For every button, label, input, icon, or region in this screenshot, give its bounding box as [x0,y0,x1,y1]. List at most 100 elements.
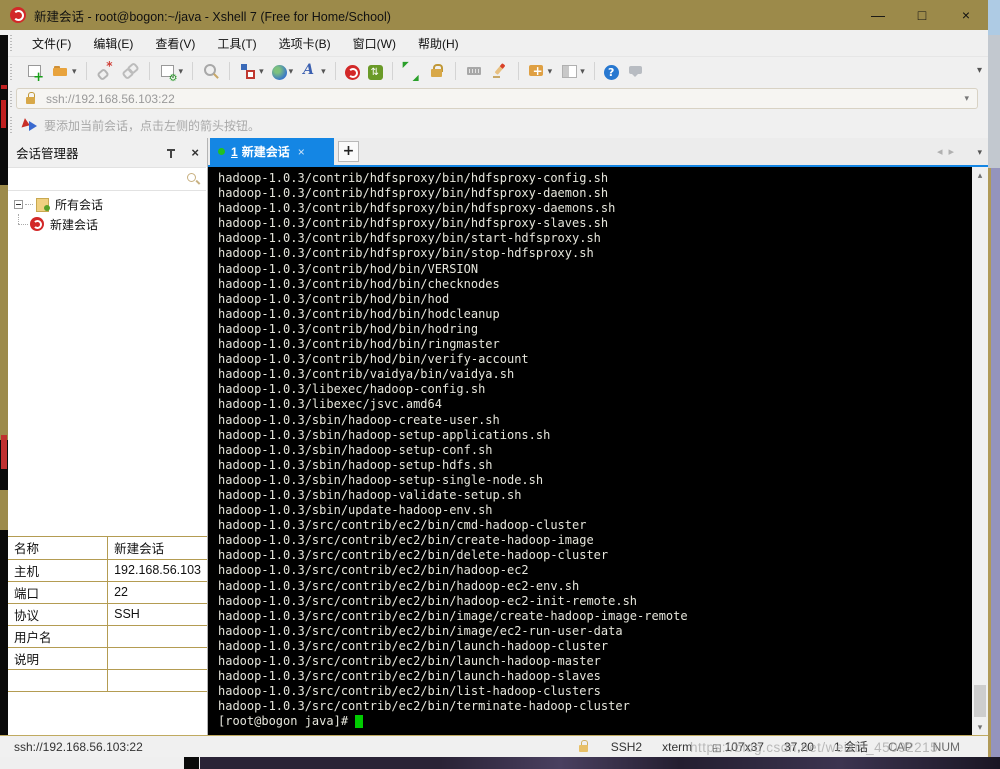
tab-scroll-arrows[interactable]: ◂▸ [937,145,960,158]
keyboard-button[interactable] [462,60,486,82]
toolbar-separator [192,62,194,80]
tree-item-label: 所有会话 [55,197,104,212]
menu-item-4[interactable]: 选项卡(B) [269,31,341,56]
scrollbar-down-icon[interactable]: ▾ [972,719,988,735]
maximize-button[interactable]: □ [900,0,944,30]
xftp-button[interactable] [365,62,386,81]
menu-item-5[interactable]: 窗口(W) [343,31,406,56]
compose-icon [239,62,257,80]
tab-close-icon[interactable]: × [298,145,305,159]
close-button[interactable]: × [944,0,988,30]
font-button[interactable] [298,60,329,82]
dropdown-caret-icon[interactable] [321,66,326,77]
address-input[interactable]: ssh://192.168.56.103:22 [46,92,175,106]
pin-icon[interactable] [165,147,177,159]
tree-item-label: 新建会话 [50,217,99,232]
status-bar: ssh://192.168.56.103:22 SSH2 xterm 107x3… [0,735,988,757]
panel-close-icon[interactable]: × [191,145,199,160]
terminal[interactable]: hadoop-1.0.3/contrib/hdfsproxy/bin/hdfsp… [208,167,988,735]
compose-button[interactable] [236,60,267,82]
tab-menu-caret-icon[interactable] [977,147,982,158]
toolbar-separator [454,62,456,80]
tree-item-new-session[interactable]: 新建会话 [8,214,207,234]
xftp-icon [367,64,383,80]
tile-layout-button[interactable] [557,60,588,82]
dropdown-caret-icon[interactable] [548,66,553,77]
property-label [8,669,109,692]
toolbar-separator [229,62,231,80]
help-button[interactable] [601,62,622,81]
status-cursor-position: 37,20 [783,739,814,754]
dropdown-caret-icon[interactable] [289,66,294,77]
toolbar-grip-icon[interactable] [10,90,12,107]
property-value[interactable]: 新建会话 [107,537,207,560]
xshell-app-icon [10,7,26,23]
help-icon [603,64,619,80]
minimize-button[interactable]: — [856,0,900,30]
menu-item-3[interactable]: 工具(T) [207,31,266,56]
disconnect-button[interactable] [93,60,117,82]
tab-index: 1 [231,144,238,159]
menu-item-2[interactable]: 查看(V) [145,31,205,56]
xshell-icon [344,64,360,80]
scrollbar-thumb[interactable] [974,685,986,717]
tree-expander-icon[interactable] [14,199,23,209]
session-tab[interactable]: 1 新建会话 × [210,138,334,165]
toolbar-grip-icon[interactable] [10,62,12,80]
search-icon[interactable] [187,173,199,185]
terminal-prompt: [root@bogon java]# [218,714,356,729]
dropdown-caret-icon[interactable] [72,66,77,77]
terminal-output: hadoop-1.0.3/contrib/hdfsproxy/bin/hdfsp… [218,171,688,729]
status-protocol: SSH2 [610,739,643,754]
menu-bar: 文件(F) 编辑(E) 查看(V) 工具(T) 选项卡(B) 窗口(W) 帮助(H) [0,30,988,57]
toolbar-separator [148,62,150,80]
toolbar-grip-icon[interactable] [10,35,12,51]
toolbar-overflow-caret-icon[interactable] [977,65,982,76]
menu-item-1[interactable]: 编辑(E) [83,31,143,56]
toolbar-grip-icon[interactable] [10,117,12,133]
dropdown-caret-icon[interactable] [259,66,264,77]
session-search-input[interactable] [10,170,180,188]
property-value[interactable]: 22 [107,581,207,604]
address-field[interactable]: ssh://192.168.56.103:22 [16,88,978,109]
new-session-button[interactable] [23,60,47,84]
new-tab-button[interactable]: + [338,141,359,162]
property-value[interactable]: SSH [107,603,207,626]
window-controls: — □ × [856,0,988,30]
property-value[interactable] [107,625,207,648]
add-session-arrow-icon[interactable] [22,118,38,132]
sessions-folder-icon [35,197,50,212]
find-button[interactable] [199,60,223,82]
xshell-button[interactable] [342,62,363,81]
desktop-background-bottom [0,757,1000,769]
web-button[interactable] [269,62,297,81]
session-icon [30,217,44,231]
lock-button[interactable] [425,60,449,82]
tree-item-all-sessions[interactable]: 所有会话 [8,194,207,214]
address-dropdown-caret-icon[interactable] [964,93,969,104]
session-tree: 所有会话 新建会话 [8,194,207,234]
new-file-icon [528,62,546,80]
dropdown-caret-icon[interactable] [179,66,184,77]
session-properties-button[interactable] [156,60,187,84]
tree-connector [8,214,30,234]
dropdown-caret-icon[interactable] [580,66,585,77]
property-value[interactable] [107,647,207,670]
session-properties-table: 名称 新建会话 主机 192.168.56.103 端口 22 协议 SSH 用户名 说明 [8,536,207,735]
open-folder-button[interactable] [49,60,80,82]
session-search-box [8,167,206,191]
menu-item-6[interactable]: 帮助(H) [408,31,469,56]
fullscreen-button[interactable] [399,60,423,82]
reconnect-button[interactable] [119,60,143,82]
new-file-button[interactable] [525,60,556,82]
menu-item-0[interactable]: 文件(F) [22,31,81,56]
status-right-group: SSH2 xterm 107x37 37,20 1 会话 CAP NUM [578,738,960,755]
status-lock-icon [578,740,591,753]
scrollbar-up-icon[interactable]: ▴ [972,167,988,183]
terminal-scrollbar[interactable]: ▴ ▾ [972,167,988,735]
feedback-button[interactable] [624,60,648,82]
property-value[interactable]: 192.168.56.103 [107,559,207,582]
highlighter-button[interactable] [488,60,512,82]
property-label: 名称 [8,537,109,560]
status-num-lock: NUM [932,739,960,754]
